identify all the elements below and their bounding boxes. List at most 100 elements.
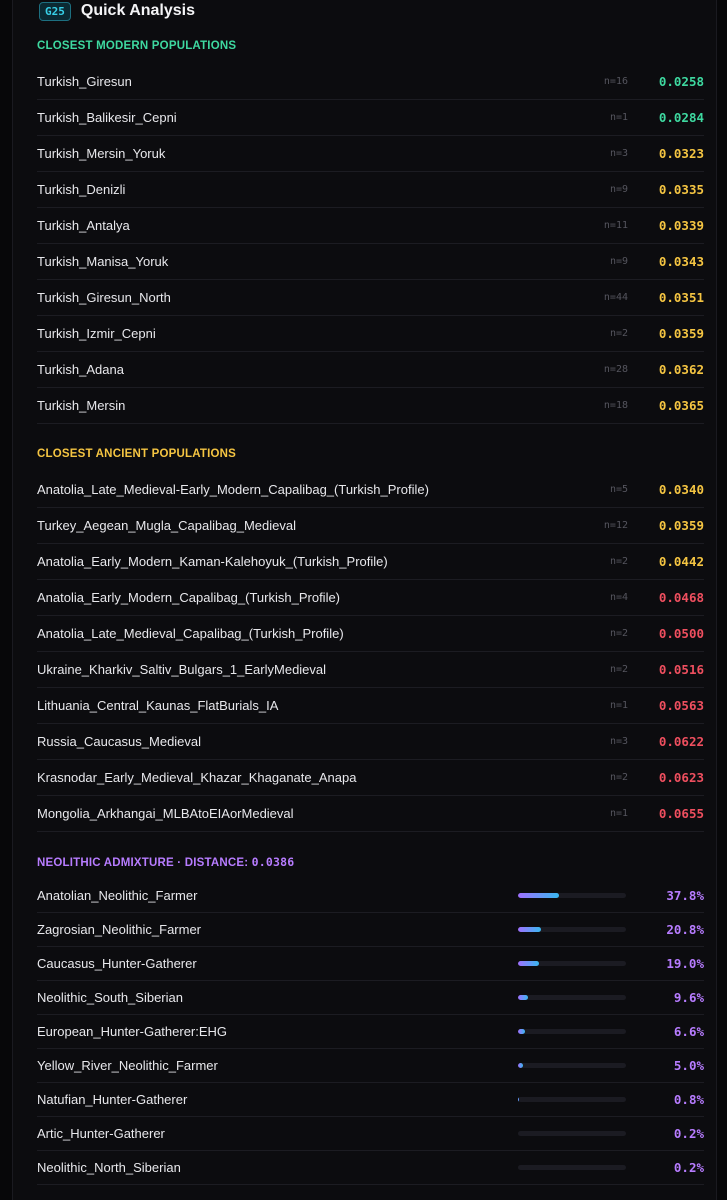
sample-count: n=11 — [603, 220, 628, 231]
distance-value: 0.0340 — [658, 482, 704, 497]
population-row[interactable]: Anatolia_Early_Modern_Kaman-Kalehoyuk_(T… — [37, 544, 704, 580]
distance-value: 0.0623 — [658, 770, 704, 785]
component-percentage: 6.6% — [673, 1024, 704, 1039]
population-name: Turkish_Giresun_North — [37, 290, 171, 305]
population-row[interactable]: Turkish_Giresun n=16 0.0258 — [37, 64, 704, 100]
admixture-row[interactable]: Neolithic_South_Siberian 9.6% — [37, 981, 704, 1015]
sample-count: n=2 — [609, 772, 628, 783]
sample-count: n=4 — [609, 592, 628, 603]
population-row[interactable]: Anatolia_Late_Medieval-Early_Modern_Capa… — [37, 472, 704, 508]
admixture-row[interactable]: European_Hunter-Gatherer:EHG 6.6% — [37, 1015, 704, 1049]
admixture-section-title: NEOLITHIC ADMIXTURE · DISTANCE: 0.0386 — [37, 855, 294, 869]
population-row[interactable]: Turkish_Izmir_Cepni n=2 0.0359 — [37, 316, 704, 352]
distance-value: 0.0284 — [658, 110, 704, 125]
component-percentage: 9.6% — [673, 990, 704, 1005]
population-row[interactable]: Turkish_Mersin_Yoruk n=3 0.0323 — [37, 136, 704, 172]
distance-value: 0.0339 — [658, 218, 704, 233]
sample-count: n=18 — [603, 400, 628, 411]
population-row[interactable]: Ukraine_Kharkiv_Saltiv_Bulgars_1_EarlyMe… — [37, 652, 704, 688]
component-percentage: 0.2% — [673, 1126, 704, 1141]
percentage-bar-fill — [518, 995, 529, 1000]
percentage-bar-fill — [518, 1097, 520, 1102]
population-row[interactable]: Turkey_Aegean_Mugla_Capalibag_Medieval n=… — [37, 508, 704, 544]
component-percentage: 19.0% — [666, 956, 704, 971]
panel-header: G25 Quick Analysis — [39, 0, 195, 22]
population-name: Turkish_Adana — [37, 362, 124, 377]
percentage-bar — [518, 1097, 626, 1102]
admixture-row[interactable]: Natufian_Hunter-Gatherer 0.8% — [37, 1083, 704, 1117]
population-row[interactable]: Turkish_Giresun_North n=44 0.0351 — [37, 280, 704, 316]
admixture-row[interactable]: Artic_Hunter-Gatherer 0.2% — [37, 1117, 704, 1151]
distance-value: 0.0335 — [658, 182, 704, 197]
admixture-row[interactable]: Caucasus_Hunter-Gatherer 19.0% — [37, 947, 704, 981]
population-row[interactable]: Turkish_Mersin n=18 0.0365 — [37, 388, 704, 424]
population-row[interactable]: Turkish_Manisa_Yoruk n=9 0.0343 — [37, 244, 704, 280]
population-name: Ukraine_Kharkiv_Saltiv_Bulgars_1_EarlyMe… — [37, 662, 327, 677]
population-name: Turkish_Giresun — [37, 74, 132, 89]
distance-value: 0.0343 — [658, 254, 704, 269]
distance-value: 0.0323 — [658, 146, 704, 161]
percentage-bar — [518, 893, 626, 898]
percentage-bar — [518, 1063, 626, 1068]
population-name: Anatolia_Late_Medieval_Capalibag_(Turkis… — [37, 626, 344, 641]
population-row[interactable]: Turkish_Adana n=28 0.0362 — [37, 352, 704, 388]
admixture-row[interactable]: Neolithic_North_Siberian 0.2% — [37, 1151, 704, 1185]
percentage-bar — [518, 1029, 626, 1034]
population-row[interactable]: Anatolia_Early_Modern_Capalibag_(Turkish… — [37, 580, 704, 616]
percentage-bar-fill — [518, 1029, 526, 1034]
population-row[interactable]: Krasnodar_Early_Medieval_Khazar_Khaganat… — [37, 760, 704, 796]
distance-value: 0.0442 — [658, 554, 704, 569]
modern-populations-list: Turkish_Giresun n=16 0.0258 Turkish_Balikes… — [37, 64, 704, 424]
admixture-row[interactable]: Zagrosian_Neolithic_Farmer 20.8% — [37, 913, 704, 947]
distance-value: 0.0655 — [658, 806, 704, 821]
population-name: Turkish_Denizli — [37, 182, 126, 197]
distance-value: 0.0622 — [658, 734, 704, 749]
distance-value: 0.0468 — [658, 590, 704, 605]
population-name: Krasnodar_Early_Medieval_Khazar_Khaganat… — [37, 770, 357, 785]
population-row[interactable]: Anatolia_Late_Medieval_Capalibag_(Turkis… — [37, 616, 704, 652]
population-row[interactable]: Russia_Caucasus_Medieval n=3 0.0622 — [37, 724, 704, 760]
ancient-populations-list: Anatolia_Late_Medieval-Early_Modern_Capa… — [37, 472, 704, 832]
population-row[interactable]: Turkish_Denizli n=9 0.0335 — [37, 172, 704, 208]
percentage-bar — [518, 1165, 626, 1170]
admixture-row[interactable]: Yellow_River_Neolithic_Farmer 5.0% — [37, 1049, 704, 1083]
population-name: Turkish_Balikesir_Cepni — [37, 110, 177, 125]
sample-count: n=12 — [603, 520, 628, 531]
component-percentage: 20.8% — [666, 922, 704, 937]
sample-count: n=5 — [609, 484, 628, 495]
distance-value: 0.0516 — [658, 662, 704, 677]
population-name: Lithuania_Central_Kaunas_FlatBurials_IA — [37, 698, 279, 713]
population-row[interactable]: Turkish_Balikesir_Cepni n=1 0.0284 — [37, 100, 704, 136]
population-name: Russia_Caucasus_Medieval — [37, 734, 202, 749]
panel-title: Quick Analysis — [80, 2, 195, 19]
percentage-bar — [518, 927, 626, 932]
population-name: Turkish_Mersin — [37, 398, 126, 413]
sample-count: n=3 — [609, 736, 628, 747]
admixture-row[interactable]: Anatolian_Neolithic_Farmer 37.8% — [37, 879, 704, 913]
sample-count: n=1 — [609, 808, 628, 819]
percentage-bar — [518, 961, 626, 966]
component-percentage: 5.0% — [673, 1058, 704, 1073]
percentage-bar — [518, 1131, 626, 1136]
population-name: Turkish_Antalya — [37, 218, 130, 233]
sample-count: n=2 — [609, 328, 628, 339]
percentage-bar-fill — [518, 961, 539, 966]
sample-count: n=2 — [609, 628, 628, 639]
g25-badge: G25 — [39, 1, 71, 21]
percentage-bar — [518, 995, 626, 1000]
population-name: Turkish_Izmir_Cepni — [37, 326, 156, 341]
component-percentage: 0.8% — [673, 1092, 704, 1107]
admixture-list: Anatolian_Neolithic_Farmer 37.8% Zagrosian… — [37, 879, 704, 1185]
population-name: Mongolia_Arkhangai_MLBAtoEIAorMedieval — [37, 806, 294, 821]
percentage-bar-fill — [518, 893, 560, 898]
population-row[interactable]: Turkish_Antalya n=11 0.0339 — [37, 208, 704, 244]
sample-count: n=28 — [603, 364, 628, 375]
component-percentage: 37.8% — [666, 888, 704, 903]
population-row[interactable]: Mongolia_Arkhangai_MLBAtoEIAorMedieval n=… — [37, 796, 704, 832]
distance-value: 0.0258 — [658, 74, 704, 89]
population-name: Anatolia_Early_Modern_Kaman-Kalehoyuk_(T… — [37, 554, 388, 569]
sample-count: n=44 — [603, 292, 628, 303]
percentage-bar-fill — [518, 1063, 524, 1068]
population-row[interactable]: Lithuania_Central_Kaunas_FlatBurials_IA n… — [37, 688, 704, 724]
sample-count: n=16 — [603, 76, 628, 87]
